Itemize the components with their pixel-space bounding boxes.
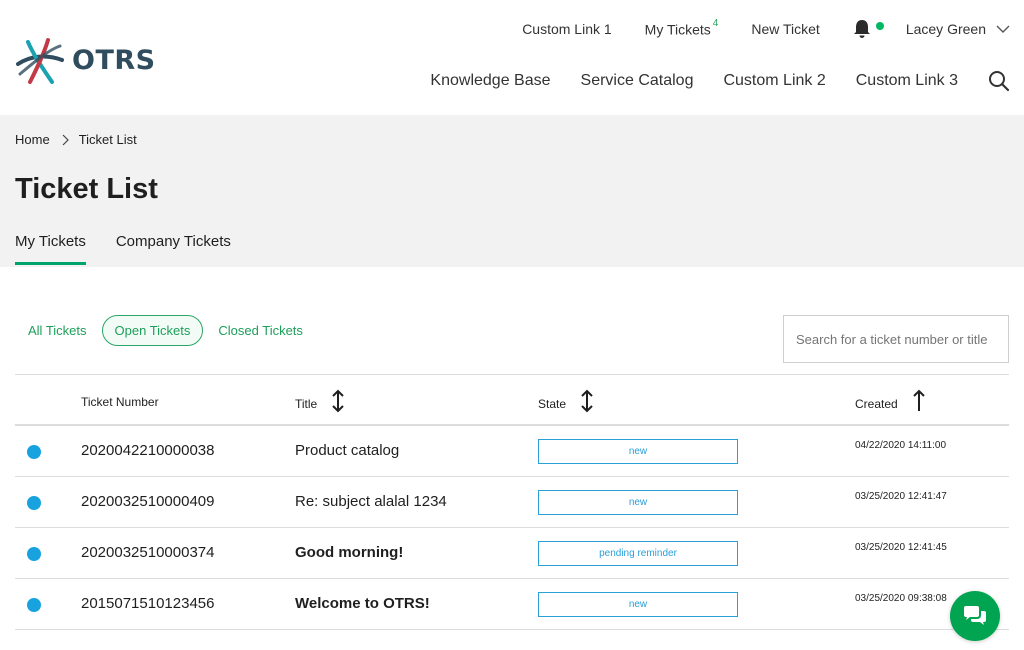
main-nav-knowledge-base[interactable]: Knowledge Base <box>430 72 550 90</box>
top-nav: Custom Link 1 My Tickets 4 New Ticket Lac… <box>489 18 1010 40</box>
column-label: Title <box>295 397 318 411</box>
ticket-tabs: My Tickets Company Tickets <box>15 233 261 265</box>
ticket-title[interactable]: Welcome to OTRS! <box>295 595 430 612</box>
top-nav-new-ticket[interactable]: New Ticket <box>751 21 819 37</box>
state-badge: pending reminder <box>538 541 738 566</box>
top-nav-custom-link-1[interactable]: Custom Link 1 <box>522 21 611 37</box>
otrs-logo-icon <box>16 38 64 84</box>
ticket-number: 2020042210000038 <box>81 442 215 459</box>
column-header-title[interactable]: Title <box>295 389 345 413</box>
main-nav-service-catalog[interactable]: Service Catalog <box>581 72 694 90</box>
filter-all-tickets[interactable]: All Tickets <box>15 315 100 346</box>
filter-open-tickets[interactable]: Open Tickets <box>101 315 204 346</box>
status-dot <box>27 445 41 459</box>
ticket-created: 04/22/2020 14:11:00 <box>855 440 947 451</box>
ticket-number: 2020032510000409 <box>81 493 215 510</box>
ticket-title[interactable]: Good morning! <box>295 544 403 561</box>
column-header-created[interactable]: Created <box>855 389 926 413</box>
tab-my-tickets[interactable]: My Tickets <box>15 233 86 265</box>
breadcrumb-home[interactable]: Home <box>15 132 50 147</box>
table-row[interactable]: 2020032510000409 Re: subject alalal 1234… <box>15 477 1009 528</box>
table-row[interactable]: 2020032510000374 Good morning! pending r… <box>15 528 1009 579</box>
bell-icon <box>853 20 870 38</box>
user-name: Lacey Green <box>905 21 986 37</box>
breadcrumb-chevron-icon <box>62 134 69 145</box>
tab-company-tickets[interactable]: Company Tickets <box>116 233 231 265</box>
user-menu[interactable]: Lacey Green <box>906 21 1010 37</box>
page-header-band: Home Ticket List Ticket List My Tickets … <box>0 115 1024 267</box>
state-badge: new <box>538 592 738 617</box>
state-badge: new <box>538 490 738 515</box>
table-row[interactable]: 2015071510123456 Welcome to OTRS! new 03… <box>15 579 1009 630</box>
chevron-down-icon <box>996 25 1010 33</box>
top-nav-my-tickets[interactable]: My Tickets 4 <box>644 17 719 38</box>
chat-icon <box>964 606 986 625</box>
column-label: State <box>538 397 567 411</box>
ticket-number: 2015071510123456 <box>81 595 215 612</box>
logo-text: OTRS <box>72 44 156 76</box>
chat-button[interactable] <box>950 591 1000 641</box>
ticket-number: 2020032510000374 <box>81 544 215 561</box>
ticket-created: 03/25/2020 09:38:08 <box>855 593 947 604</box>
search-icon[interactable] <box>988 70 1010 92</box>
column-header-state[interactable]: State <box>538 389 594 413</box>
sort-up-icon[interactable] <box>912 389 926 413</box>
ticket-created: 03/25/2020 12:41:45 <box>855 542 947 553</box>
header: OTRS Custom Link 1 My Tickets 4 New Ticke… <box>0 0 1024 115</box>
filter-closed-tickets[interactable]: Closed Tickets <box>205 315 316 346</box>
main-nav: Knowledge Base Service Catalog Custom Li… <box>400 70 1010 92</box>
main-nav-custom-link-2[interactable]: Custom Link 2 <box>723 72 825 90</box>
ticket-title[interactable]: Re: subject alalal 1234 <box>295 493 447 510</box>
notification-dot <box>875 22 884 30</box>
status-dot <box>27 496 41 510</box>
ticket-search-input[interactable] <box>783 315 1009 363</box>
ticket-table: Ticket Number Title State Created 202004… <box>15 374 1009 630</box>
my-tickets-label: My Tickets <box>644 21 711 38</box>
column-label: Created <box>855 397 898 411</box>
ticket-created: 03/25/2020 12:41:47 <box>855 491 947 502</box>
state-badge: new <box>538 439 738 464</box>
logo[interactable]: OTRS <box>14 34 156 86</box>
column-header-ticket-number: Ticket Number <box>81 395 159 409</box>
status-dot <box>27 598 41 612</box>
sort-both-icon[interactable] <box>580 389 594 413</box>
breadcrumb-current: Ticket List <box>78 132 137 147</box>
table-header: Ticket Number Title State Created <box>15 374 1009 426</box>
ticket-title[interactable]: Product catalog <box>295 442 399 459</box>
column-label: Ticket Number <box>81 395 159 409</box>
status-dot <box>27 547 41 561</box>
breadcrumb: Home Ticket List <box>15 132 137 147</box>
notifications-button[interactable] <box>853 19 884 39</box>
page-title: Ticket List <box>15 173 158 205</box>
table-row[interactable]: 2020042210000038 Product catalog new 04/… <box>15 426 1009 477</box>
sort-both-icon[interactable] <box>331 389 345 413</box>
my-tickets-count-badge: 4 <box>712 17 719 29</box>
main-nav-custom-link-3[interactable]: Custom Link 3 <box>856 72 958 90</box>
ticket-filters: All Tickets Open Tickets Closed Tickets <box>15 315 318 346</box>
